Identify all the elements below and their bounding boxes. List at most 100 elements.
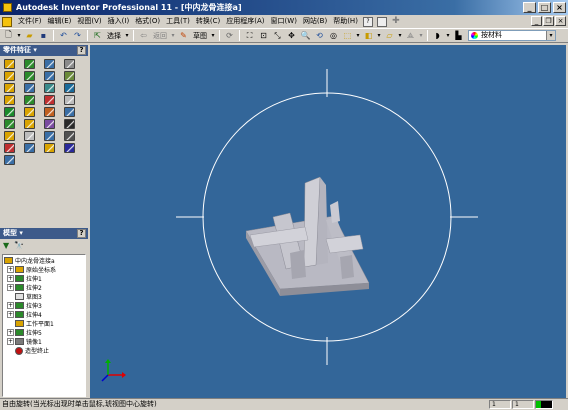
tree-item[interactable]: + 镜像1 <box>4 337 84 346</box>
tree-item[interactable]: 工作平面1 <box>4 319 84 328</box>
update-icon[interactable]: ⟳ <box>223 30 236 42</box>
expand-icon[interactable]: + <box>7 329 14 336</box>
menu-insert[interactable]: 插入(I) <box>105 15 133 28</box>
filter-icon[interactable]: ▼ <box>3 241 9 250</box>
point-icon[interactable] <box>64 119 75 129</box>
menu-help[interactable]: 帮助(H) <box>330 15 361 28</box>
boss-icon[interactable] <box>4 143 15 153</box>
sculpt-icon[interactable] <box>44 131 55 141</box>
snap-icon[interactable] <box>44 143 55 153</box>
emboss-icon[interactable] <box>4 107 15 117</box>
tree-item[interactable]: + 拉伸2 <box>4 283 84 292</box>
thread-icon[interactable] <box>4 83 15 93</box>
viewport-canvas[interactable] <box>90 45 566 398</box>
help-icon[interactable]: ? <box>362 16 373 27</box>
view-cube-dropdown-icon[interactable]: ▾ <box>355 30 361 42</box>
loft-icon[interactable] <box>24 71 35 81</box>
shaded-display-icon[interactable]: ◧ <box>362 30 375 42</box>
minimize-button[interactable]: _ <box>523 2 536 13</box>
part-features-header[interactable]: 零件特征 ▾ ? <box>0 45 88 56</box>
rotate-icon[interactable]: ⟲ <box>313 30 326 42</box>
tree-item[interactable]: 中内龙骨连接a <box>4 256 84 265</box>
expand-icon[interactable]: + <box>7 311 14 318</box>
appearance-icon[interactable] <box>4 155 15 165</box>
material-select[interactable]: 按材料 ▾ <box>468 30 556 41</box>
help-button[interactable]: ? <box>77 46 86 55</box>
derived-icon[interactable] <box>44 107 55 117</box>
revolve-icon[interactable] <box>24 59 35 69</box>
maximize-button[interactable]: □ <box>538 2 551 13</box>
sweep-icon[interactable] <box>44 71 55 81</box>
document-icon[interactable] <box>2 16 12 27</box>
copy-icon[interactable] <box>64 107 75 117</box>
help-button[interactable]: ? <box>77 229 86 238</box>
shell-icon[interactable] <box>64 59 75 69</box>
select-icon[interactable]: ⇱ <box>91 30 104 42</box>
coil-icon[interactable] <box>64 71 75 81</box>
hole-icon[interactable] <box>44 59 55 69</box>
rib-icon[interactable] <box>4 71 15 81</box>
tree-item[interactable]: + 拉伸5 <box>4 328 84 337</box>
sketch-dropdown-icon[interactable]: ▾ <box>210 30 216 42</box>
menu-web[interactable]: 网站(B) <box>300 15 330 28</box>
doc-close-button[interactable]: × <box>555 16 566 26</box>
close-button[interactable]: × <box>553 2 566 13</box>
tree-item[interactable]: 草图3 <box>4 292 84 301</box>
back-icon[interactable]: ⇦ <box>137 30 150 42</box>
whats-this-icon[interactable] <box>376 16 387 27</box>
camera-icon[interactable]: ◗ <box>431 30 444 42</box>
chevron-down-icon[interactable]: ▾ <box>546 31 555 40</box>
sketch-button[interactable]: 草图 <box>191 31 209 41</box>
tree-item[interactable]: + 拉伸1 <box>4 274 84 283</box>
back-dropdown-icon[interactable]: ▾ <box>170 30 176 42</box>
find-icon[interactable]: 🔭 <box>14 241 24 250</box>
menu-edit[interactable]: 编辑(E) <box>45 15 75 28</box>
open-icon[interactable]: ▰ <box>23 30 36 42</box>
redo-icon[interactable]: ↷ <box>71 30 84 42</box>
split-icon[interactable] <box>4 95 15 105</box>
new-icon[interactable]: 🗋 <box>2 30 15 42</box>
menu-view[interactable]: 视图(V) <box>74 15 104 28</box>
section-icon[interactable]: ⟁ <box>404 30 417 42</box>
plane-icon[interactable] <box>24 119 35 129</box>
doc-restore-button[interactable]: ❐ <box>543 16 554 26</box>
color-style-icon[interactable]: ▙ <box>452 30 465 42</box>
view-cube-icon[interactable]: ⬚ <box>341 30 354 42</box>
shadow-icon[interactable]: ▱ <box>383 30 396 42</box>
camera-dropdown-icon[interactable]: ▾ <box>445 30 451 42</box>
menu-convert[interactable]: 转换(C) <box>193 15 223 28</box>
section-dropdown-icon[interactable]: ▾ <box>418 30 424 42</box>
menu-file[interactable]: 文件(F) <box>15 15 45 28</box>
expand-icon[interactable]: + <box>7 266 14 273</box>
grill-icon[interactable] <box>64 131 75 141</box>
face-draft-icon[interactable] <box>64 83 75 93</box>
expand-icon[interactable]: + <box>7 284 14 291</box>
undo-icon[interactable]: ↶ <box>57 30 70 42</box>
menu-applications[interactable]: 应用程序(A) <box>223 15 267 28</box>
delete-icon[interactable] <box>64 95 75 105</box>
tree-item[interactable]: + 拉伸4 <box>4 310 84 319</box>
sketch-icon[interactable]: ✎ <box>177 30 190 42</box>
tree-item[interactable]: 造型终止 <box>4 346 84 355</box>
new-dropdown-icon[interactable]: ▾ <box>16 30 22 42</box>
rest-icon[interactable] <box>24 143 35 153</box>
pan-icon[interactable]: ✥ <box>285 30 298 42</box>
axis-icon[interactable] <box>44 119 55 129</box>
shaded-dropdown-icon[interactable]: ▾ <box>376 30 382 42</box>
ucs-icon[interactable] <box>4 131 15 141</box>
graphics-viewport[interactable] <box>90 45 566 398</box>
stitch-icon[interactable] <box>24 131 35 141</box>
zoom-window-icon[interactable]: ⊡ <box>257 30 270 42</box>
tree-item[interactable]: + 拉伸3 <box>4 301 84 310</box>
fillet-icon[interactable] <box>24 83 35 93</box>
expand-icon[interactable]: + <box>7 302 14 309</box>
expand-icon[interactable]: + <box>7 275 14 282</box>
decal-icon[interactable] <box>24 107 35 117</box>
zoom-icon[interactable]: ⤡ <box>271 30 284 42</box>
pattern-icon[interactable] <box>44 95 55 105</box>
lip-icon[interactable] <box>64 143 75 153</box>
select-dropdown-icon[interactable]: ▾ <box>124 30 130 42</box>
mirror-icon[interactable] <box>24 95 35 105</box>
part-model[interactable] <box>245 176 370 296</box>
model-header[interactable]: 模型 ▾ ? <box>0 228 88 239</box>
